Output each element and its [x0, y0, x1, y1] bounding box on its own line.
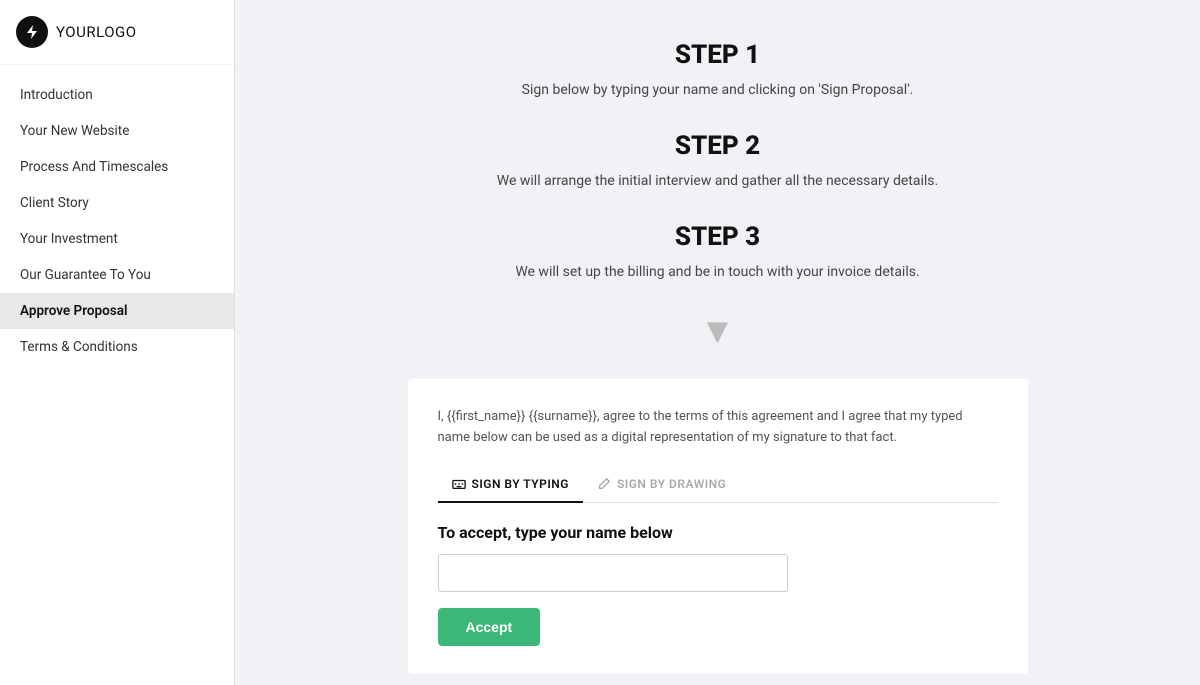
logo-normal: LOGO [96, 23, 136, 41]
step3-description: We will set up the billing and be in tou… [295, 262, 1140, 283]
sidebar-item-our-guarantee[interactable]: Our Guarantee To You [0, 257, 234, 293]
tab-drawing-label: SIGN BY DRAWING [617, 477, 726, 491]
sidebar-item-terms-conditions[interactable]: Terms & Conditions [0, 329, 234, 365]
logo-bold: YOUR [56, 23, 96, 41]
logo-icon [16, 16, 48, 48]
nav-menu: IntroductionYour New WebsiteProcess And … [0, 65, 234, 685]
pen-icon [597, 477, 611, 491]
step1-block: STEP 1 Sign below by typing your name an… [295, 40, 1140, 101]
logo-text: YOURLOGO [56, 23, 137, 41]
arrow-down-icon: ▼ [295, 313, 1140, 349]
step1-description: Sign below by typing your name and click… [295, 80, 1140, 101]
sidebar-item-approve-proposal[interactable]: Approve Proposal [0, 293, 234, 329]
main-content: STEP 1 Sign below by typing your name an… [235, 0, 1200, 685]
agree-text: I, {{first_name}} {{surname}}, agree to … [438, 407, 998, 449]
name-input[interactable] [438, 554, 788, 592]
tab-sign-by-drawing[interactable]: SIGN BY DRAWING [583, 469, 740, 503]
sidebar-item-introduction[interactable]: Introduction [0, 77, 234, 113]
steps-container: STEP 1 Sign below by typing your name an… [295, 40, 1140, 283]
logo-area: YOURLOGO [0, 0, 234, 65]
step1-title: STEP 1 [295, 40, 1140, 70]
tab-sign-by-typing[interactable]: SIGN BY TYPING [438, 469, 583, 503]
step3-block: STEP 3 We will set up the billing and be… [295, 222, 1140, 283]
sign-tabs: SIGN BY TYPING SIGN BY DRAWING [438, 469, 998, 503]
accept-button[interactable]: Accept [438, 608, 541, 646]
sidebar: YOURLOGO IntroductionYour New WebsitePro… [0, 0, 235, 685]
step2-block: STEP 2 We will arrange the initial inter… [295, 131, 1140, 192]
step2-title: STEP 2 [295, 131, 1140, 161]
sidebar-item-process-and-timescales[interactable]: Process And Timescales [0, 149, 234, 185]
lightning-icon [24, 24, 40, 40]
tab-typing-label: SIGN BY TYPING [472, 477, 569, 491]
sidebar-item-your-new-website[interactable]: Your New Website [0, 113, 234, 149]
signature-card: I, {{first_name}} {{surname}}, agree to … [408, 379, 1028, 674]
keyboard-icon [452, 477, 466, 491]
sidebar-item-your-investment[interactable]: Your Investment [0, 221, 234, 257]
step3-title: STEP 3 [295, 222, 1140, 252]
sidebar-item-client-story[interactable]: Client Story [0, 185, 234, 221]
accept-heading: To accept, type your name below [438, 523, 998, 542]
step2-description: We will arrange the initial interview an… [295, 171, 1140, 192]
